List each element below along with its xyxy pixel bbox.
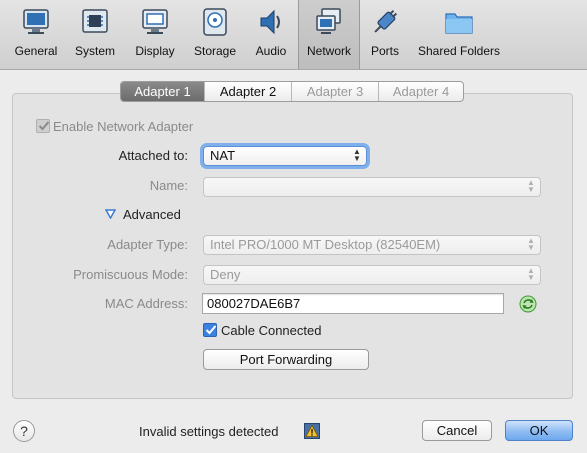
toolbar-label-general: General — [14, 44, 58, 58]
toolbar-item-display[interactable]: Display — [126, 0, 184, 69]
network-icon — [316, 8, 341, 34]
tab-adapter-3[interactable]: Adapter 3 — [292, 82, 379, 101]
toolbar-item-general[interactable]: General — [6, 0, 66, 69]
toolbar-label-audio: Audio — [255, 44, 287, 58]
cable-connected-checkbox[interactable] — [203, 323, 217, 337]
ok-button[interactable]: OK — [505, 420, 573, 441]
help-button[interactable]: ? — [13, 420, 35, 442]
cancel-button[interactable]: Cancel — [422, 420, 492, 441]
adapter-type-select[interactable]: Intel PRO/1000 MT Desktop (82540EM) ▲ ▼ — [203, 235, 541, 255]
promiscuous-mode-value: Deny — [210, 267, 241, 282]
tab-adapter-2[interactable]: Adapter 2 — [205, 82, 292, 101]
mac-address-field[interactable]: 080027DAE6B7 — [202, 293, 504, 314]
toolbar-item-shared-folders[interactable]: Shared Folders — [410, 0, 508, 69]
popup-arrows-icon: ▲ ▼ — [353, 147, 361, 163]
plug-icon — [374, 9, 398, 33]
toolbar-label-display: Display — [135, 44, 175, 58]
checkmark-icon — [38, 121, 50, 131]
toolbar-label-network: Network — [306, 44, 351, 58]
promiscuous-mode-label: Promiscuous Mode: — [73, 267, 188, 282]
display-icon — [142, 9, 168, 34]
tab-adapter-1[interactable]: Adapter 1 — [121, 82, 205, 101]
toolbar-label-storage: Storage — [193, 44, 237, 58]
adapter-tabs: Adapter 1 Adapter 2 Adapter 3 Adapter 4 — [120, 81, 464, 102]
port-forwarding-button[interactable]: Port Forwarding — [203, 349, 369, 370]
advanced-label[interactable]: Advanced — [123, 207, 181, 222]
disclosure-triangle-icon[interactable] — [105, 209, 116, 219]
status-message: Invalid settings detected — [139, 424, 279, 439]
tab-adapter-4[interactable]: Adapter 4 — [379, 82, 463, 101]
refresh-mac-icon[interactable] — [519, 295, 537, 313]
toolbar-item-ports[interactable]: Ports — [362, 0, 408, 69]
popup-arrows-icon: ▲ ▼ — [527, 266, 535, 282]
enable-adapter-checkbox[interactable] — [36, 119, 50, 133]
attached-to-value: NAT — [210, 148, 236, 163]
preferences-toolbar: General System Display Storage Audio Net… — [0, 0, 587, 70]
checkmark-icon — [205, 325, 217, 335]
disk-icon — [203, 8, 227, 36]
toolbar-item-storage[interactable]: Storage — [186, 0, 244, 69]
warning-icon[interactable] — [304, 423, 320, 439]
monitor-icon — [23, 9, 49, 34]
enable-adapter-label: Enable Network Adapter — [53, 119, 194, 134]
mac-address-label: MAC Address: — [104, 296, 188, 311]
adapter-type-value: Intel PRO/1000 MT Desktop (82540EM) — [210, 237, 441, 252]
popup-arrows-icon: ▲ ▼ — [527, 236, 535, 252]
toolbar-item-audio[interactable]: Audio — [246, 0, 296, 69]
adapter-type-label: Adapter Type: — [107, 237, 188, 252]
name-select[interactable]: ▲ ▼ — [203, 177, 541, 197]
popup-arrows-icon: ▲ ▼ — [527, 178, 535, 194]
attached-to-label: Attached to: — [118, 148, 188, 163]
toolbar-item-system[interactable]: System — [66, 0, 124, 69]
promiscuous-mode-select[interactable]: Deny ▲ ▼ — [203, 265, 541, 285]
cable-connected-label: Cable Connected — [221, 323, 322, 338]
attached-to-select[interactable]: NAT ▲ ▼ — [203, 146, 367, 166]
speaker-icon — [260, 9, 280, 35]
name-label: Name: — [149, 178, 188, 193]
mac-address-value: 080027DAE6B7 — [207, 296, 301, 311]
toolbar-label-ports: Ports — [370, 44, 399, 58]
folder-icon — [445, 13, 473, 34]
toolbar-item-network[interactable]: Network — [298, 0, 360, 69]
chip-icon — [82, 9, 108, 33]
toolbar-label-shared-folders: Shared Folders — [417, 44, 501, 58]
toolbar-label-system: System — [74, 44, 115, 58]
